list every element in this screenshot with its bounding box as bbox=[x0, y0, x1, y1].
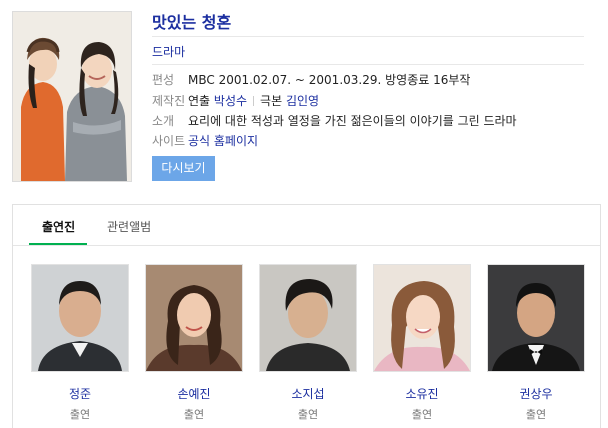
cast-role: 출연 bbox=[525, 408, 547, 421]
cast-photo[interactable] bbox=[31, 264, 129, 372]
watch-again-button[interactable]: 다시보기 bbox=[152, 156, 215, 181]
writer-prefix: 극본 bbox=[260, 94, 283, 108]
staff-label: 제작진 bbox=[152, 94, 186, 108]
cast-photo[interactable] bbox=[145, 264, 243, 372]
cast-role: 출연 bbox=[69, 408, 91, 421]
drama-genre: 드라마 bbox=[152, 45, 186, 59]
info-row-site: 사이트 공식 홈페이지 bbox=[152, 132, 258, 150]
cast-item[interactable]: 소유진 출연 bbox=[373, 264, 471, 422]
cast-name[interactable]: 소지섭 bbox=[259, 385, 357, 402]
info-row-intro: 소개 요리에 대한 적성과 열정을 가진 젊은이들의 이야기를 그린 드라마 bbox=[152, 112, 517, 130]
drama-title[interactable]: 맛있는 청혼 bbox=[152, 9, 231, 33]
director-prefix: 연출 bbox=[188, 94, 211, 108]
cast-role: 출연 bbox=[297, 408, 319, 421]
cast-tabs: 출연진 관련앨범 bbox=[13, 205, 600, 246]
cast-name[interactable]: 정준 bbox=[31, 385, 129, 402]
cast-panel: 출연진 관련앨범 정준 출연 손예진 출연 소지섭 출연 소유진 출연 권상우 … bbox=[12, 204, 601, 428]
cast-item[interactable]: 정준 출연 bbox=[31, 264, 129, 422]
cast-name[interactable]: 권상우 bbox=[487, 385, 585, 402]
cast-name[interactable]: 소유진 bbox=[373, 385, 471, 402]
tab-cast[interactable]: 출연진 bbox=[42, 218, 75, 235]
writer-link[interactable]: 김인영 bbox=[286, 94, 319, 108]
director-link[interactable]: 박성수 bbox=[214, 94, 247, 108]
cast-photo-image bbox=[488, 265, 584, 371]
drama-poster[interactable] bbox=[12, 11, 132, 182]
info-row-staff: 제작진 연출 박성수 극본 김인영 bbox=[152, 92, 319, 110]
title-divider bbox=[152, 36, 584, 37]
tab-related-albums[interactable]: 관련앨범 bbox=[107, 218, 151, 235]
cast-photo[interactable] bbox=[487, 264, 585, 372]
poster-image bbox=[13, 12, 131, 181]
broadcast-label: 편성 bbox=[152, 73, 175, 87]
cast-photo-image bbox=[374, 265, 470, 371]
cast-photo-image bbox=[260, 265, 356, 371]
broadcast-value: MBC 2001.02.07. ~ 2001.03.29. 방영종료 16부작 bbox=[188, 73, 471, 87]
cast-name[interactable]: 손예진 bbox=[145, 385, 243, 402]
intro-value: 요리에 대한 적성과 열정을 가진 젊은이들의 이야기를 그린 드라마 bbox=[188, 114, 517, 128]
genre-divider bbox=[152, 64, 584, 65]
info-row-broadcast: 편성 MBC 2001.02.07. ~ 2001.03.29. 방영종료 16부… bbox=[152, 71, 470, 89]
cast-photo[interactable] bbox=[373, 264, 471, 372]
cast-item[interactable]: 손예진 출연 bbox=[145, 264, 243, 422]
cast-photo[interactable] bbox=[259, 264, 357, 372]
cast-item[interactable]: 권상우 출연 bbox=[487, 264, 585, 422]
tabs-divider bbox=[13, 245, 600, 246]
staff-separator bbox=[253, 96, 255, 106]
cast-item[interactable]: 소지섭 출연 bbox=[259, 264, 357, 422]
intro-label: 소개 bbox=[152, 114, 175, 128]
cast-photo-image bbox=[146, 265, 242, 371]
cast-photo-image bbox=[32, 265, 128, 371]
site-label: 사이트 bbox=[152, 134, 186, 148]
cast-role: 출연 bbox=[411, 408, 433, 421]
cast-role: 출연 bbox=[183, 408, 205, 421]
official-site-link[interactable]: 공식 홈페이지 bbox=[188, 134, 258, 148]
